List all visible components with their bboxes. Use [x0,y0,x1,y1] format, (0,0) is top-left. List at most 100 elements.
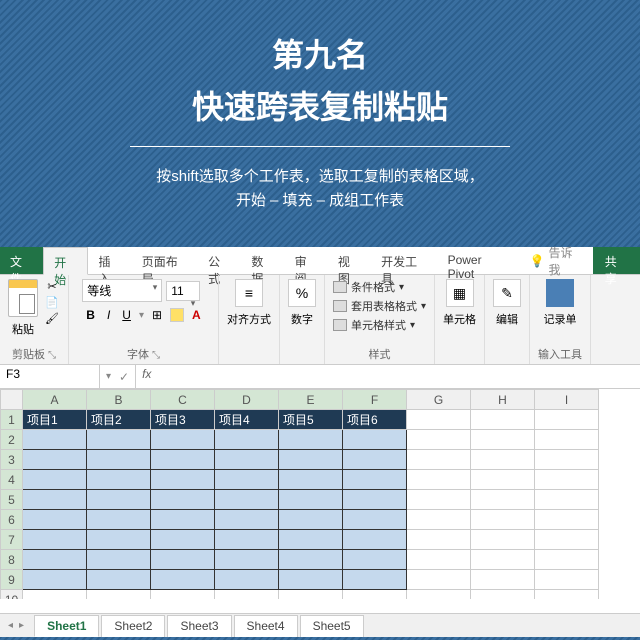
cell[interactable] [87,550,151,570]
paste-icon[interactable] [8,279,38,317]
border-button[interactable]: ⊞ [148,306,166,324]
cell[interactable]: 项目4 [215,410,279,430]
tab-data[interactable]: 数据 [241,247,284,274]
underline-button[interactable]: U [118,306,135,324]
cell[interactable] [279,550,343,570]
cell[interactable]: 项目5 [279,410,343,430]
sheet-tab[interactable]: Sheet1 [34,615,99,637]
cell[interactable] [471,470,535,490]
fx-icon[interactable]: fx [136,365,157,388]
cell[interactable]: 项目2 [87,410,151,430]
cell[interactable] [279,590,343,600]
cell[interactable] [279,450,343,470]
editing-icon[interactable]: ✎ [493,279,521,307]
enter-icon[interactable]: ✓ [119,370,129,384]
tab-pivot[interactable]: Power Pivot [438,247,520,274]
cell[interactable] [87,430,151,450]
table-format-button[interactable]: 套用表格格式▾ [333,298,426,314]
cell[interactable] [343,430,407,450]
cell-style-button[interactable]: 单元格样式▾ [333,317,415,333]
row-header[interactable]: 8 [1,550,23,570]
cell[interactable] [407,410,471,430]
select-all-corner[interactable] [1,390,23,410]
tab-insert[interactable]: 插入 [88,247,131,274]
cell[interactable] [215,530,279,550]
cell[interactable] [535,490,599,510]
tab-dev[interactable]: 开发工具 [371,247,437,274]
row-header[interactable]: 10 [1,590,23,600]
cell[interactable] [343,510,407,530]
tell-me[interactable]: 💡告诉我 [520,247,593,274]
cell[interactable] [471,530,535,550]
format-painter-icon[interactable]: 🖌 [44,311,60,325]
cell[interactable] [343,530,407,550]
cell[interactable] [215,470,279,490]
copy-icon[interactable]: 📄 [44,295,60,309]
cells-icon[interactable]: ▦ [446,279,474,307]
col-header[interactable]: I [535,390,599,410]
cancel-icon[interactable]: ▾ [106,371,111,382]
spreadsheet-grid[interactable]: ABCDEFGHI1项目1项目2项目3项目4项目5项目6234567891011 [0,389,599,599]
cell[interactable] [215,590,279,600]
cell[interactable] [87,570,151,590]
cell[interactable] [535,510,599,530]
cell[interactable] [151,550,215,570]
cell[interactable]: 项目1 [23,410,87,430]
cell[interactable] [535,570,599,590]
sheet-nav-first-icon[interactable]: ◂ [8,620,13,631]
cell[interactable] [279,430,343,450]
cell[interactable] [343,470,407,490]
name-box[interactable]: F3 [0,365,100,388]
cell[interactable] [407,450,471,470]
cell[interactable] [279,570,343,590]
cell[interactable] [407,470,471,490]
cell[interactable] [471,510,535,530]
tab-layout[interactable]: 页面布局 [132,247,198,274]
cell[interactable] [407,570,471,590]
row-header[interactable]: 3 [1,450,23,470]
cell[interactable] [87,530,151,550]
cell[interactable] [215,430,279,450]
cell[interactable] [279,510,343,530]
sheet-tab[interactable]: Sheet5 [300,615,364,637]
sheet-nav-last-icon[interactable]: ▸ [19,620,24,631]
cell[interactable] [343,490,407,510]
cell[interactable] [471,550,535,570]
col-header[interactable]: B [87,390,151,410]
cell[interactable] [471,570,535,590]
cell[interactable] [215,450,279,470]
cond-format-button[interactable]: 条件格式▾ [333,279,404,295]
tab-file[interactable]: 文件 [0,247,43,274]
bold-button[interactable]: B [82,306,99,324]
cell[interactable] [343,570,407,590]
cell[interactable] [471,590,535,600]
cell[interactable] [23,490,87,510]
col-header[interactable]: C [151,390,215,410]
row-header[interactable]: 1 [1,410,23,430]
cell[interactable]: 项目6 [343,410,407,430]
col-header[interactable]: A [23,390,87,410]
cell[interactable] [23,430,87,450]
cell[interactable] [471,450,535,470]
cell[interactable] [23,510,87,530]
cell[interactable] [23,470,87,490]
cell[interactable] [535,430,599,450]
font-color-button[interactable]: A [188,306,205,324]
row-header[interactable]: 7 [1,530,23,550]
cell[interactable] [535,590,599,600]
cell[interactable] [151,510,215,530]
cell[interactable] [343,550,407,570]
cell[interactable] [215,550,279,570]
cell[interactable] [151,490,215,510]
tab-home[interactable]: 开始 [43,247,88,275]
sheet-tab[interactable]: Sheet4 [234,615,298,637]
cell[interactable]: 项目3 [151,410,215,430]
cell[interactable] [279,490,343,510]
font-size-select[interactable]: 11 [166,281,200,301]
fill-color-button[interactable] [170,308,184,322]
cut-icon[interactable]: ✂ [44,279,60,293]
share-button[interactable]: 共享 [593,247,640,274]
cell[interactable] [407,510,471,530]
cell[interactable] [279,470,343,490]
col-header[interactable]: F [343,390,407,410]
